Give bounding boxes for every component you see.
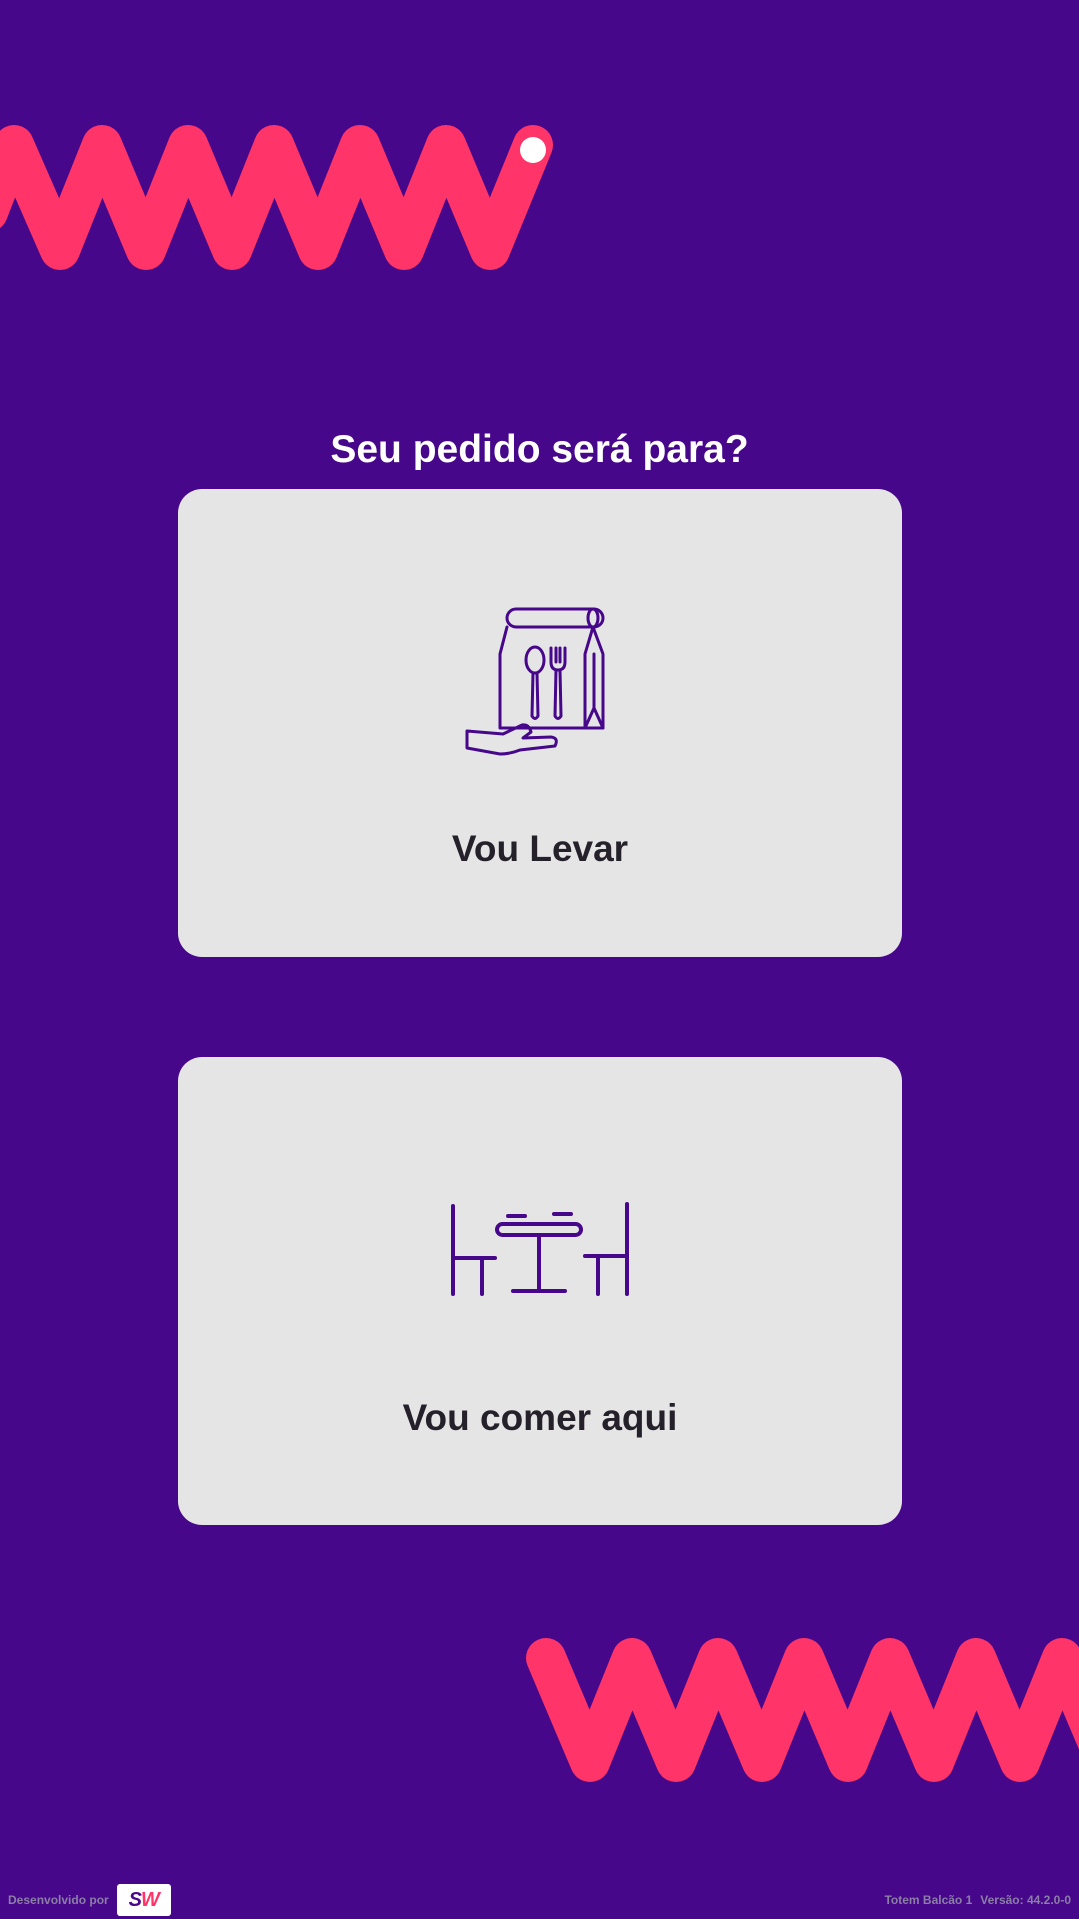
page-title: Seu pedido será para? [330,428,749,472]
device-name: Totem Balcão 1 [884,1893,973,1907]
app-version: Versão: 44.2.0-0 [980,1893,1071,1907]
developed-by-text: Desenvolvido por [8,1893,109,1907]
table-chairs-icon [451,1202,629,1296]
sw-logo: SW [116,1884,171,1916]
developer-credit: Desenvolvido por SW [8,1884,171,1916]
logo-letter-w: W [140,1888,160,1911]
dine-in-option-label: Vou comer aqui [402,1397,678,1438]
device-info: Totem Balcão 1 Versão: 44.2.0-0 [884,1893,1071,1907]
takeaway-option-button[interactable]: Vou Levar [178,489,902,957]
zigzag-decoration-top [0,125,553,270]
dine-in-option-button[interactable]: Vou comer aqui [178,1057,902,1525]
logo-letter-s: S [128,1888,142,1911]
zigzag-decoration-bottom [526,1638,1079,1782]
takeaway-bag-icon [465,607,605,756]
takeaway-option-label: Vou Levar [451,828,629,869]
